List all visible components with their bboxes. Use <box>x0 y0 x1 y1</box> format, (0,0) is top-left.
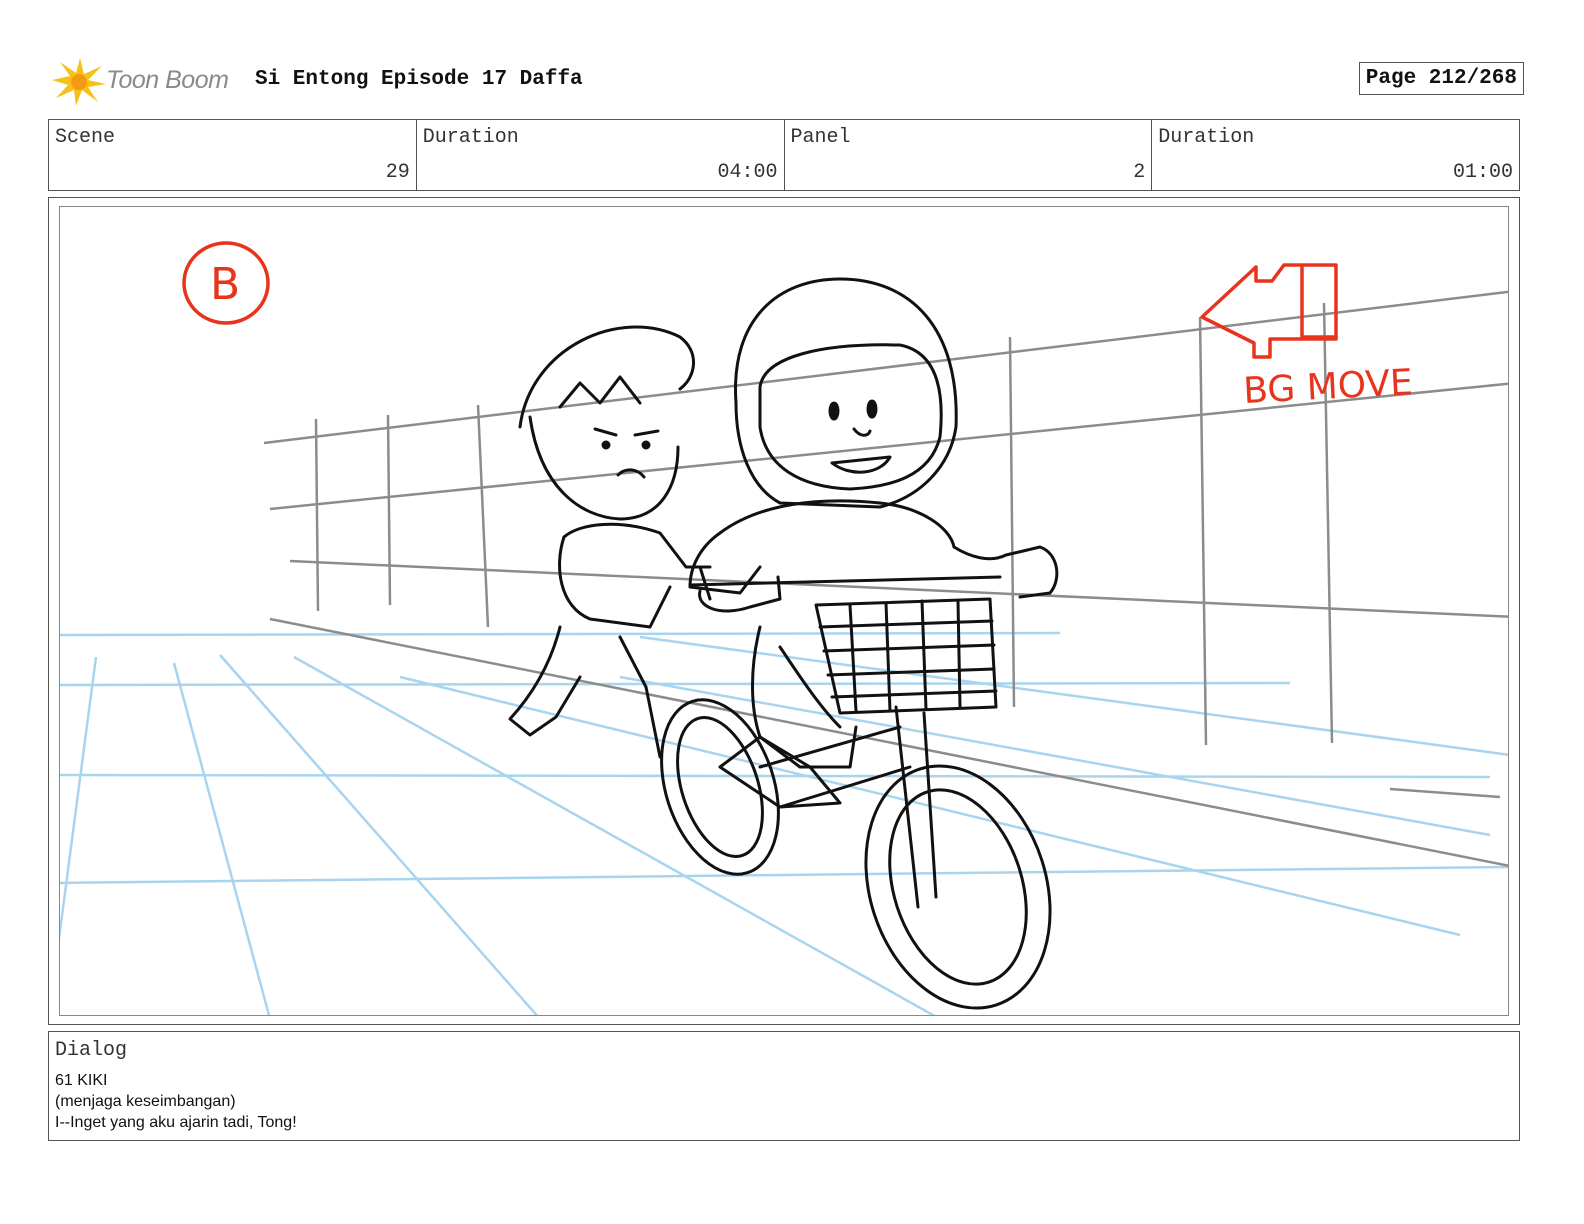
ground-grid <box>60 631 1508 1015</box>
storyboard-frame: B BG MOVE <box>48 197 1520 1025</box>
panel-marker-letter: B <box>210 259 240 310</box>
scene-label: Scene <box>55 126 116 149</box>
dialog-box: Dialog 61 KIKI (menjaga keseimbangan) I-… <box>48 1031 1520 1141</box>
bg-move-arrow-icon <box>1200 263 1338 359</box>
panel-label: Panel <box>790 126 851 149</box>
sketch-canvas: B BG MOVE <box>60 241 1508 1015</box>
panel-value: 2 <box>1133 161 1146 184</box>
characters-sketch <box>508 277 1059 1010</box>
dialog-lines: 61 KIKI (menjaga keseimbangan) I--Inget … <box>55 1070 297 1133</box>
director-annotations <box>182 241 1338 359</box>
storyboard-image: B BG MOVE <box>59 206 1509 1016</box>
bg-move-note: BG MOVE <box>1242 362 1413 412</box>
panel-cell: Panel 2 <box>785 120 1153 190</box>
scene-duration-value: 04:00 <box>717 161 778 184</box>
dialog-line: (menjaga keseimbangan) <box>55 1093 236 1110</box>
dialog-line: 61 KIKI <box>55 1072 108 1089</box>
toon-boom-logo: Toon Boom <box>50 54 240 106</box>
scene-duration-cell: Duration 04:00 <box>417 120 785 190</box>
panel-info-bar: Scene 29 Duration 04:00 Panel 2 Duration… <box>48 119 1520 191</box>
panel-duration-value: 01:00 <box>1452 161 1513 184</box>
scene-duration-label: Duration <box>422 126 519 149</box>
page-number: Page 212/268 <box>1358 62 1524 95</box>
page-header: Toon Boom Si Entong Episode 17 Daffa Pag… <box>48 52 1524 110</box>
panel-duration-cell: Duration 01:00 <box>1152 120 1519 190</box>
scene-value: 29 <box>385 161 410 184</box>
scene-cell: Scene 29 <box>49 120 417 190</box>
dialog-line: I--Inget yang aku ajarin tadi, Tong! <box>55 1114 297 1131</box>
brand-name: Toon Boom <box>106 66 229 94</box>
document-title: Si Entong Episode 17 Daffa <box>255 68 583 91</box>
dialog-label: Dialog <box>55 1039 128 1062</box>
panel-duration-label: Duration <box>1158 126 1255 149</box>
star-burst-icon <box>52 58 106 106</box>
